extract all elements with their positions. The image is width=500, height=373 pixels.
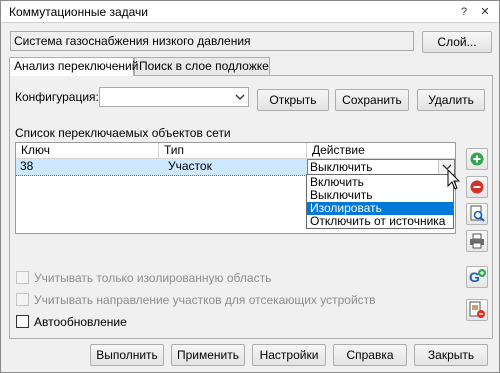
close-button[interactable]: Закрыть (414, 344, 488, 366)
settings-button[interactable]: Настройки (252, 344, 326, 366)
window-title: Коммутационные задачи (9, 5, 149, 19)
add-object-button[interactable] (466, 148, 488, 170)
help-button[interactable]: Справка (333, 344, 407, 366)
print-icon (470, 233, 484, 249)
zoom-to-object-button[interactable] (466, 203, 488, 225)
option-disconnect-from-source[interactable]: Отключить от источника (307, 215, 453, 228)
tab-background-layer-search[interactable]: Поиск в слое подложке (134, 57, 270, 75)
delete-config-button[interactable]: Удалить (417, 89, 485, 111)
clear-list-button[interactable] (466, 299, 488, 321)
help-icon[interactable]: ? (456, 4, 472, 20)
column-header-type[interactable]: Тип (159, 143, 307, 159)
action-dropdown-list: Включить Выключить Изолировать Отключить… (306, 174, 454, 229)
layer-button[interactable]: Слой... (422, 31, 492, 53)
isolated-only-checkbox[interactable] (16, 271, 29, 284)
autoupdate-checkbox[interactable] (16, 315, 29, 328)
zoom-to-object-icon (470, 205, 485, 222)
column-header-key[interactable]: Ключ (16, 143, 159, 159)
grid-title: Список переключаемых объектов сети (15, 126, 231, 140)
config-combobox[interactable] (99, 87, 249, 107)
direction-checkbox[interactable] (16, 293, 29, 306)
config-label: Конфигурация: (15, 90, 99, 104)
add-icon (470, 152, 484, 166)
save-config-button[interactable]: Сохранить (335, 89, 409, 111)
clear-list-icon (469, 301, 485, 318)
autoupdate-label: Автообновление (34, 315, 127, 329)
close-icon[interactable]: ✕ (477, 4, 493, 20)
apply-button[interactable]: Применить (171, 344, 245, 366)
direction-label: Учитывать направление участков для отсек… (34, 293, 376, 307)
open-config-button[interactable]: Открыть (257, 89, 329, 111)
title-bar: Коммутационные задачи ? ✕ (1, 1, 499, 23)
isolated-only-label: Учитывать только изолированную область (34, 271, 272, 285)
cell-key: 38 (20, 159, 34, 173)
layer-field: Система газоснабжения низкого давления (10, 31, 414, 51)
remove-icon (470, 180, 484, 194)
task-window: Коммутационные задачи ? ✕ Система газосн… (0, 0, 500, 373)
add-from-map-icon: G (469, 269, 486, 285)
mouse-cursor-icon (447, 169, 461, 190)
add-from-map-button[interactable]: G (466, 266, 488, 288)
action-value: Выключить (310, 160, 373, 174)
grid-header: Ключ Тип Действие (16, 143, 455, 159)
cell-type: Участок (168, 159, 212, 173)
tab-switching-analysis[interactable]: Анализ переключений (9, 57, 138, 76)
chevron-down-icon (235, 94, 245, 100)
column-header-action[interactable]: Действие (307, 143, 455, 159)
remove-object-button[interactable] (466, 176, 488, 198)
run-button[interactable]: Выполнить (90, 344, 164, 366)
print-button[interactable] (466, 230, 488, 252)
